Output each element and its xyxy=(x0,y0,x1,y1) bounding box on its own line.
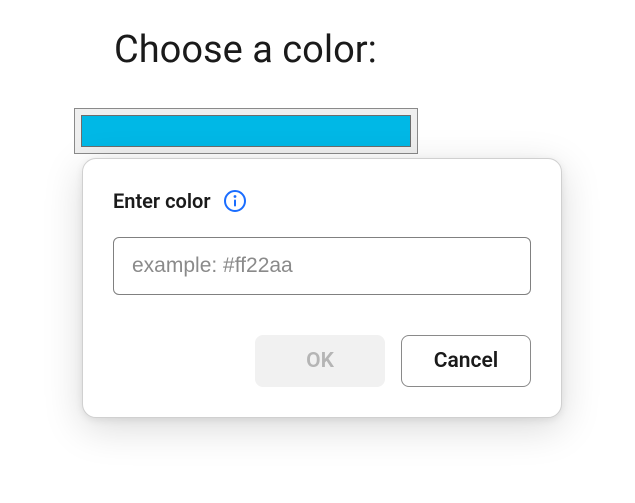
color-swatch-button[interactable] xyxy=(74,108,418,154)
ok-button-label: OK xyxy=(306,349,334,373)
color-swatch-preview xyxy=(81,115,411,147)
color-entry-dialog: Enter color OK Cancel xyxy=(82,158,562,418)
dialog-actions: OK Cancel xyxy=(113,335,531,387)
ok-button[interactable]: OK xyxy=(255,335,385,387)
page-title: Choose a color: xyxy=(114,28,377,72)
cancel-button[interactable]: Cancel xyxy=(401,335,531,387)
color-input[interactable] xyxy=(113,237,531,295)
info-icon[interactable] xyxy=(223,189,247,213)
dialog-title: Enter color xyxy=(113,189,211,213)
dialog-header: Enter color xyxy=(113,189,531,213)
cancel-button-label: Cancel xyxy=(434,349,498,373)
